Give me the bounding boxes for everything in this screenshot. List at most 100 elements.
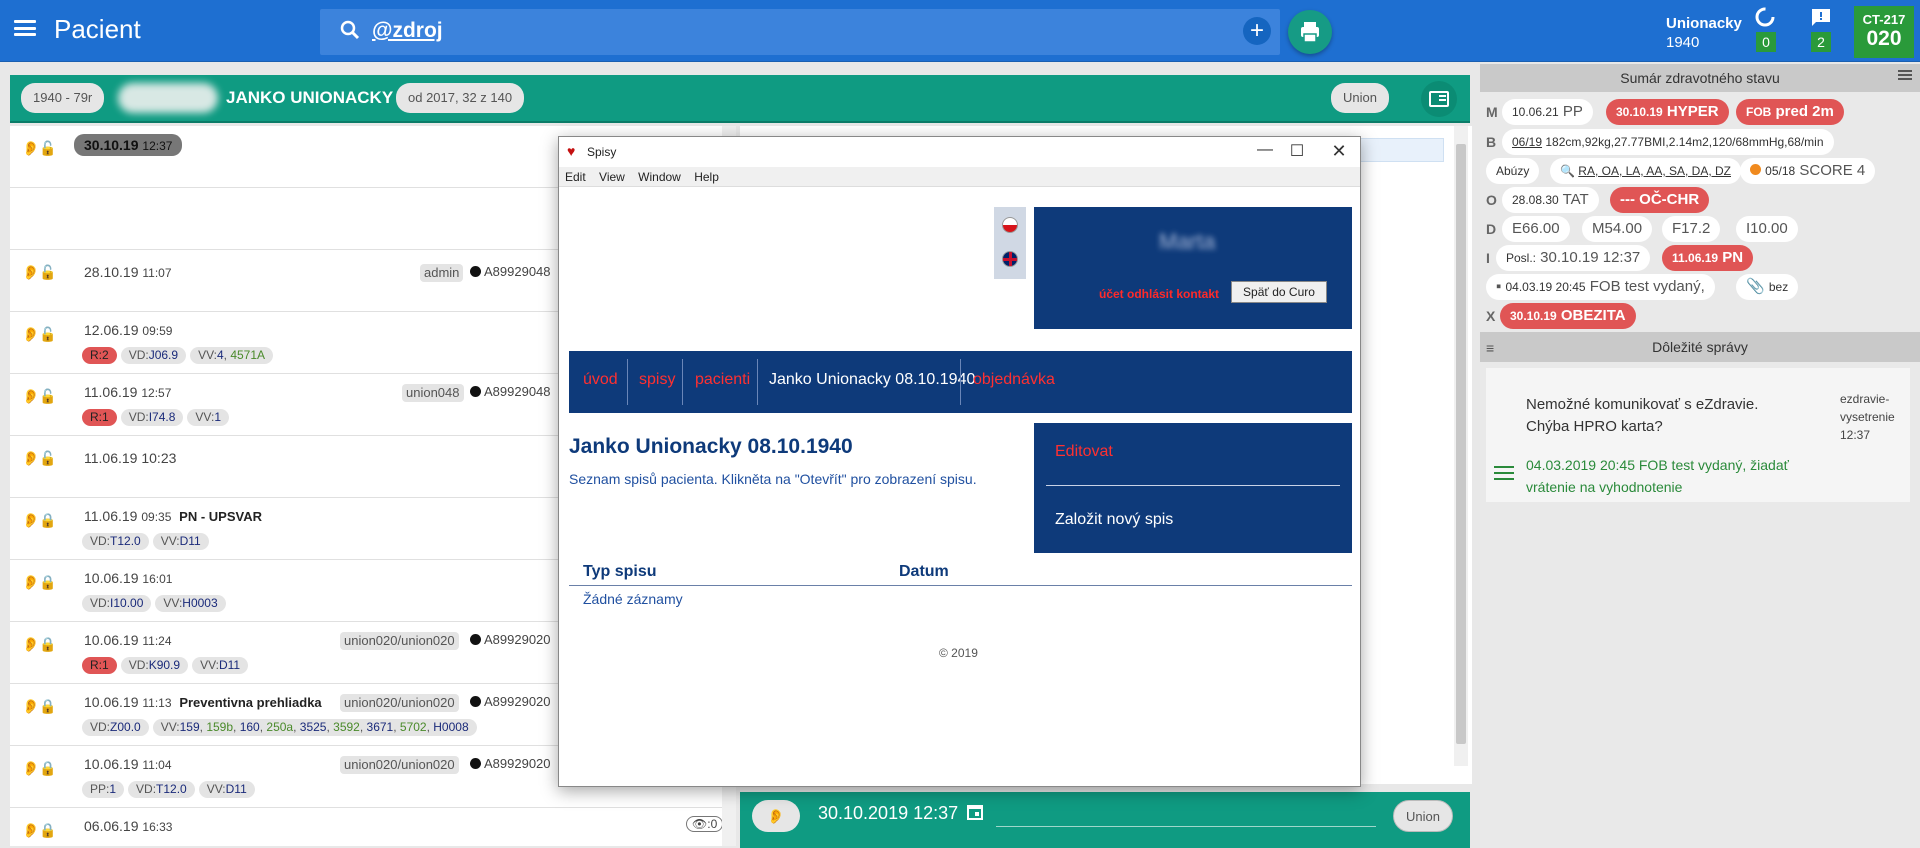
column-header-date[interactable]: Datum bbox=[899, 563, 949, 581]
summary-chip[interactable]: 10.06.21 PP bbox=[1502, 99, 1593, 125]
ear-lock-icon: 👂🔒 bbox=[22, 698, 57, 714]
code-tag: A89929048 bbox=[470, 264, 551, 279]
sync-icon[interactable] bbox=[1754, 6, 1776, 28]
message-count-badge: 2 bbox=[1811, 32, 1831, 52]
summary-chip[interactable]: 🔍 RA, OA, LA, AA, SA, DA, DZ bbox=[1550, 158, 1741, 184]
summary-chip[interactable]: 11.06.19 PN bbox=[1662, 245, 1754, 271]
ct-label: CT-217 bbox=[1862, 12, 1906, 27]
summary-chip[interactable]: Posl.: 30.10.19 12:37 bbox=[1496, 245, 1651, 271]
row-label-d: D bbox=[1486, 221, 1497, 237]
ear-icon: 👂 bbox=[767, 808, 785, 824]
sync-count-badge: 0 bbox=[1756, 32, 1776, 52]
nav-spisy[interactable]: spisy bbox=[639, 371, 675, 389]
chips: R:1 VD:I74.8 VV:1 bbox=[82, 408, 233, 426]
row-label-i: I bbox=[1486, 250, 1490, 266]
summary-chip[interactable]: ▪ 04.03.19 20:45 FOB test vydaný, bbox=[1486, 274, 1715, 300]
ear-lock-icon: 👂🔒 bbox=[22, 636, 57, 652]
summary-chip[interactable]: 30.10.19 HYPER bbox=[1606, 99, 1729, 125]
nav-patient[interactable]: Janko Unionacky 08.10.1940 bbox=[769, 371, 975, 389]
chips: VD:T12.0 VV:D11 bbox=[82, 532, 213, 550]
code-tag: A89929020 bbox=[470, 632, 551, 647]
close-button[interactable]: ✕ bbox=[1319, 141, 1359, 162]
menu-window[interactable]: Window bbox=[638, 167, 681, 187]
window-menubar: Edit View Window Help bbox=[559, 167, 1360, 187]
account-links[interactable]: účet odhlásit kontakt bbox=[1099, 287, 1219, 301]
app-title: Pacient bbox=[54, 14, 141, 44]
table-divider bbox=[569, 585, 1352, 586]
row-label-o: O bbox=[1486, 192, 1497, 208]
ear-lock-icon: 👂🔓 bbox=[22, 140, 57, 156]
ear-lock-icon: 👂🔓 bbox=[22, 264, 57, 280]
blurred-name bbox=[118, 83, 218, 113]
detail-input[interactable] bbox=[1350, 138, 1444, 162]
search-box[interactable] bbox=[320, 9, 1280, 55]
summary-chip[interactable]: 28.08.30 TAT bbox=[1502, 187, 1599, 213]
nav-objednavka[interactable]: objednávka bbox=[973, 371, 1055, 389]
maximize-button[interactable]: ☐ bbox=[1277, 141, 1317, 161]
new-spis-link[interactable]: Založit nový spis bbox=[1055, 511, 1173, 529]
actions-divider bbox=[1046, 485, 1340, 486]
menu-icon[interactable] bbox=[14, 20, 36, 36]
spisy-window: ♥ Spisy — ☐ ✕ Edit View Window Help Mart… bbox=[558, 136, 1361, 787]
note-input-line[interactable] bbox=[996, 826, 1376, 827]
patient-year-label: 1940 bbox=[1666, 34, 1700, 51]
summary-chip[interactable]: 06/19 182cm,92kg,27.77BMI,2.14m2,120/68m… bbox=[1502, 129, 1834, 155]
ear-button[interactable]: 👂 bbox=[752, 800, 800, 832]
add-button[interactable]: + bbox=[1243, 17, 1271, 45]
menu-help[interactable]: Help bbox=[694, 167, 719, 187]
search-icon bbox=[340, 20, 360, 40]
user-tag: union020/union020 bbox=[340, 694, 459, 712]
nav-pacienti[interactable]: pacienti bbox=[695, 371, 750, 389]
chips: PP:1 VD:T12.0 VV:D11 bbox=[82, 780, 259, 798]
since-pill: od 2017, 32 z 140 bbox=[396, 83, 525, 113]
window-titlebar[interactable] bbox=[559, 137, 1360, 167]
panel-menu-icon[interactable] bbox=[1898, 70, 1912, 80]
chips: VD:I10.00 VV:H0003 bbox=[82, 594, 230, 612]
language-selector bbox=[994, 207, 1026, 279]
detail-scrollbar[interactable] bbox=[1454, 126, 1468, 766]
menu-view[interactable]: View bbox=[599, 167, 625, 187]
print-button[interactable] bbox=[1288, 10, 1332, 54]
summary-chip[interactable]: --- OČ-CHR bbox=[1610, 187, 1710, 213]
timeline-row[interactable]: 👂🔒 06.06.19 16:33 👁:0 bbox=[10, 808, 725, 846]
summary-chip[interactable]: 05/18 SCORE 4 bbox=[1740, 158, 1876, 184]
filter-icon[interactable]: ≡ bbox=[1486, 340, 1494, 356]
important-messages-title: Dôležité správy bbox=[1480, 332, 1920, 362]
ear-lock-icon: 👂🔒 bbox=[22, 822, 57, 838]
sidebar-toggle-button[interactable] bbox=[1421, 81, 1457, 117]
czech-flag-icon[interactable] bbox=[1002, 217, 1018, 233]
nav-uvod[interactable]: úvod bbox=[583, 371, 618, 389]
summary-chip[interactable]: E66.00 bbox=[1502, 216, 1570, 242]
copyright: © 2019 bbox=[939, 646, 978, 660]
summary-chip[interactable]: I10.00 bbox=[1736, 216, 1798, 242]
ear-lock-icon: 👂🔓 bbox=[22, 388, 57, 404]
search-input[interactable]: @zdroj bbox=[372, 19, 443, 43]
org-pill[interactable]: Union bbox=[1331, 83, 1389, 113]
new-record-datetime[interactable]: 30.10.2019 12:37 bbox=[818, 803, 958, 824]
window-title: Spisy bbox=[587, 145, 617, 159]
uk-flag-icon[interactable] bbox=[1002, 251, 1018, 267]
print-icon bbox=[1301, 22, 1319, 43]
main-nav: úvod spisy pacienti Janko Unionacky 08.1… bbox=[569, 351, 1352, 413]
message-text: Nemožné komunikovať s eZdravie. Chýba HP… bbox=[1526, 396, 1759, 435]
summary-chip[interactable]: F17.2 bbox=[1662, 216, 1721, 242]
calendar-icon[interactable] bbox=[966, 803, 984, 821]
message-icon[interactable] bbox=[1810, 7, 1832, 29]
patient-name-label[interactable]: Unionacky bbox=[1666, 14, 1742, 34]
list-icon[interactable] bbox=[1494, 466, 1514, 480]
summary-chip[interactable]: Abúzy bbox=[1486, 158, 1540, 184]
ear-lock-icon: 👂🔒 bbox=[22, 574, 57, 590]
summary-chip[interactable]: 📎 bez bbox=[1736, 274, 1799, 300]
summary-chip[interactable]: 30.10.19 OBEZITA bbox=[1500, 303, 1636, 329]
ear-lock-icon: 👂🔒 bbox=[22, 760, 57, 776]
menu-edit[interactable]: Edit bbox=[565, 167, 586, 187]
edit-link[interactable]: Editovat bbox=[1055, 443, 1113, 461]
back-to-curo-button[interactable]: Späť do Curo bbox=[1231, 281, 1327, 303]
org-button[interactable]: Union bbox=[1393, 800, 1453, 832]
ct-counter[interactable]: CT-217 020 bbox=[1854, 6, 1914, 58]
summary-chip[interactable]: FOB pred 2m bbox=[1736, 99, 1844, 125]
column-header-type[interactable]: Typ spisu bbox=[583, 563, 657, 581]
page-heading: Janko Unionacky 08.10.1940 bbox=[569, 435, 853, 458]
summary-chip[interactable]: M54.00 bbox=[1582, 216, 1653, 242]
empty-state: Žádné záznamy bbox=[583, 591, 683, 607]
